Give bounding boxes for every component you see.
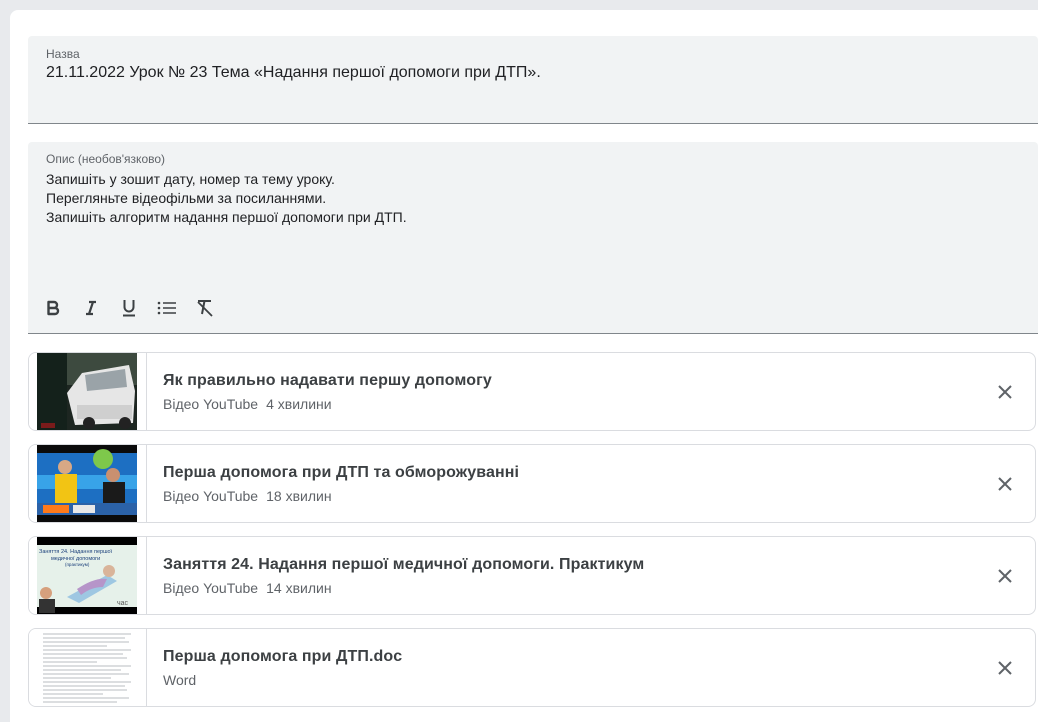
- remove-attachment-button[interactable]: [993, 564, 1017, 588]
- description-line: Перегляньте відеофільми за посиланнями.: [46, 190, 327, 206]
- title-field[interactable]: Назва 21.11.2022 Урок № 23 Тема «Надання…: [28, 36, 1038, 124]
- thumbnail-text-line: час: [117, 600, 129, 607]
- italic-icon: [86, 300, 96, 316]
- formatting-toolbar: [40, 296, 230, 320]
- remove-attachment-button[interactable]: [993, 656, 1017, 680]
- clear-formatting-icon: [197, 300, 213, 317]
- attachment-card[interactable]: Як правильно надавати першу допомогу Від…: [28, 352, 1036, 431]
- attachment-type: Відео YouTube: [163, 488, 259, 504]
- video-thumbnail-car: [37, 353, 137, 430]
- remove-attachment-button[interactable]: [993, 472, 1017, 496]
- attachment-meta: Відео YouTube 4 хвилини: [163, 396, 332, 412]
- attachment-type: Відео YouTube: [163, 580, 259, 596]
- attachment-card[interactable]: Перша допомога при ДТП та обморожуванні …: [28, 444, 1036, 523]
- thumbnail-text-line: (практикум): [65, 562, 90, 567]
- italic-button[interactable]: [78, 296, 104, 320]
- bulleted-list-icon: [157, 301, 176, 315]
- bold-icon: [47, 300, 60, 316]
- description-line: Запишіть у зошит дату, номер та тему уро…: [46, 171, 335, 187]
- attachment-title: Заняття 24. Надання першої медичної допо…: [163, 556, 645, 573]
- close-icon: [998, 385, 1012, 399]
- attachment-title: Як правильно надавати першу допомогу: [163, 372, 492, 389]
- video-thumbnail-lesson: Заняття 24. Надання першої медичної допо…: [37, 537, 137, 614]
- description-field-label: Опис (необов'язково): [46, 152, 166, 166]
- close-icon: [998, 569, 1012, 583]
- underline-button[interactable]: [116, 296, 142, 320]
- description-field[interactable]: Опис (необов'язково) Запишіть у зошит да…: [28, 142, 1038, 334]
- video-thumbnail-studio: [37, 445, 137, 522]
- underline-icon: [123, 300, 135, 317]
- attachment-title: Перша допомога при ДТП та обморожуванні: [163, 464, 520, 481]
- close-icon: [998, 477, 1012, 491]
- bold-button[interactable]: [40, 296, 66, 320]
- attachment-title: Перша допомога при ДТП.doc: [163, 648, 403, 665]
- attachment-duration: 18 хвилин: [266, 488, 332, 504]
- title-field-label: Назва: [46, 47, 80, 61]
- thumbnail: [29, 629, 147, 706]
- thumbnail-text-line: Заняття 24. Надання першої: [39, 549, 113, 555]
- attachment-card[interactable]: Перша допомога при ДТП.doc Word: [28, 628, 1036, 707]
- attachment-type: Word: [163, 672, 197, 688]
- attachment-meta: Відео YouTube 18 хвилин: [163, 488, 332, 504]
- thumbnail: [29, 445, 147, 522]
- thumbnail: Заняття 24. Надання першої медичної допо…: [29, 537, 147, 614]
- attachment-meta: Відео YouTube 14 хвилин: [163, 580, 332, 596]
- assignment-form: Назва 21.11.2022 Урок № 23 Тема «Надання…: [10, 10, 1038, 722]
- remove-attachment-button[interactable]: [993, 380, 1017, 404]
- clear-formatting-button[interactable]: [192, 296, 218, 320]
- bulleted-list-button[interactable]: [154, 296, 180, 320]
- attachment-type: Відео YouTube: [163, 396, 259, 412]
- description-input[interactable]: Запишіть у зошит дату, номер та тему уро…: [46, 170, 407, 227]
- close-icon: [998, 661, 1012, 675]
- attachment-card[interactable]: Заняття 24. Надання першої медичної допо…: [28, 536, 1036, 615]
- description-line: Запишіть алгоритм надання першої допомог…: [46, 209, 407, 225]
- attachment-meta: Word: [163, 672, 196, 688]
- title-input[interactable]: 21.11.2022 Урок № 23 Тема «Надання першо…: [46, 64, 541, 82]
- thumbnail: [29, 353, 147, 430]
- document-thumbnail: [37, 629, 137, 706]
- attachment-duration: 4 хвилини: [266, 396, 332, 412]
- attachment-duration: 14 хвилин: [266, 580, 332, 596]
